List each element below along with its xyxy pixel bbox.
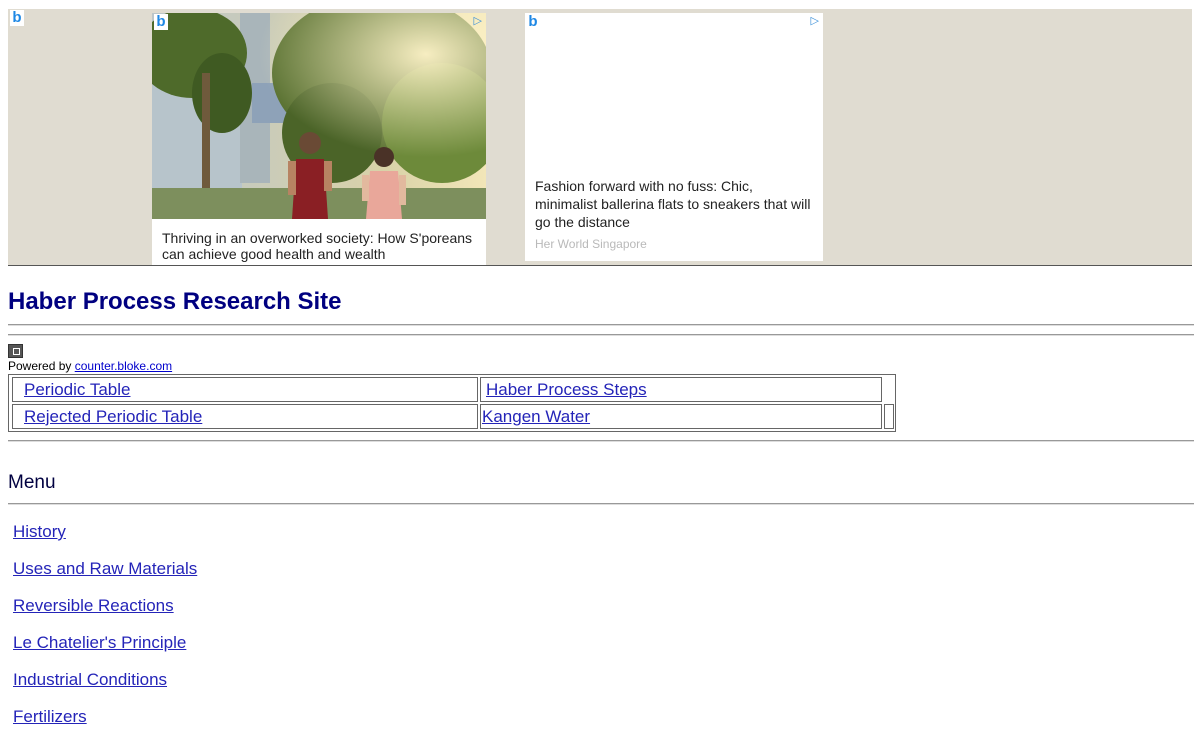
counter-link[interactable]: counter.bloke.com <box>75 359 172 373</box>
menu-item: Industrial Conditions <box>13 669 197 706</box>
menu-link-history[interactable]: History <box>13 522 66 541</box>
menu-link-fertilizers[interactable]: Fertilizers <box>13 707 87 726</box>
ad-banner: b b ▷ Thriving in an overworked society:… <box>8 9 1192 266</box>
ad-card-health[interactable]: b ▷ Thriving in an overworked society: H… <box>152 13 486 265</box>
page-title: Haber Process Research Site <box>8 288 342 315</box>
ad-choices-icon[interactable]: ▷ <box>474 15 482 27</box>
menu-item: Reversible Reactions <box>13 595 197 632</box>
powered-by-line: Powered by counter.bloke.com <box>8 359 172 373</box>
menu-link-le-chatelier[interactable]: Le Chatelier's Principle <box>13 633 186 652</box>
divider <box>8 503 1194 505</box>
menu-link-industrial-conditions[interactable]: Industrial Conditions <box>13 670 167 689</box>
ad-source[interactable]: Her World Singapore <box>535 237 647 251</box>
ad-photo-joggers[interactable] <box>152 13 486 219</box>
menu-item: Le Chatelier's Principle <box>13 632 197 669</box>
menu-item: Uses and Raw Materials <box>13 558 197 595</box>
counter-image-icon <box>8 344 23 358</box>
menu-heading: Menu <box>8 472 56 493</box>
ad-headline-health[interactable]: Thriving in an overworked society: How S… <box>162 230 480 262</box>
table-cell: Haber Process Steps <box>480 377 882 402</box>
links-table: Periodic Table Haber Process Steps Rejec… <box>8 374 896 432</box>
ad-network-logo-icon[interactable]: b <box>526 14 540 30</box>
table-cell: Periodic Table <box>12 377 478 402</box>
menu-link-uses-raw-materials[interactable]: Uses and Raw Materials <box>13 559 197 578</box>
table-cell-empty <box>884 404 894 429</box>
menu-item: Fertilizers <box>13 706 197 743</box>
ad-network-logo-icon[interactable]: b <box>10 10 24 26</box>
divider <box>8 334 1194 336</box>
menu-link-reversible-reactions[interactable]: Reversible Reactions <box>13 596 174 615</box>
menu-list: History Uses and Raw Materials Reversibl… <box>13 521 197 743</box>
periodic-table-link[interactable]: Periodic Table <box>24 380 130 399</box>
table-cell: Rejected Periodic Table <box>12 404 478 429</box>
haber-process-steps-link[interactable]: Haber Process Steps <box>486 380 647 399</box>
rejected-periodic-table-link[interactable]: Rejected Periodic Table <box>24 407 202 426</box>
ad-card-fashion[interactable]: b ▷ Fashion forward with no fuss: Chic, … <box>525 13 823 261</box>
ad-choices-icon[interactable]: ▷ <box>811 15 819 27</box>
powered-by-label: Powered by <box>8 359 72 373</box>
table-cell: Kangen Water <box>480 404 882 429</box>
divider <box>8 324 1194 326</box>
divider <box>8 440 1194 442</box>
kangen-water-link[interactable]: Kangen Water <box>482 407 590 426</box>
menu-item: History <box>13 521 197 558</box>
ad-headline-fashion[interactable]: Fashion forward with no fuss: Chic, mini… <box>535 177 817 231</box>
ad-network-logo-icon[interactable]: b <box>154 14 168 30</box>
